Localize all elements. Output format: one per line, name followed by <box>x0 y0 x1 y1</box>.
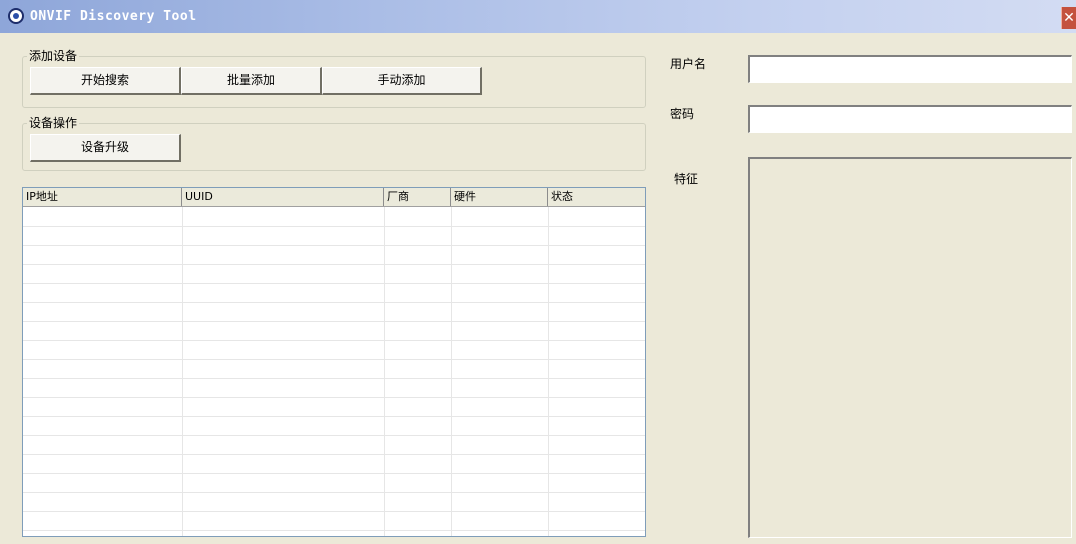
username-label: 用户名 <box>670 57 707 71</box>
grid-row-line <box>23 435 645 436</box>
device-upgrade-button[interactable]: 设备升级 <box>30 134 181 162</box>
column-header-hardware[interactable]: 硬件 <box>451 188 548 206</box>
grid-row-line <box>23 359 645 360</box>
device-list[interactable]: IP地址 UUID 厂商 硬件 状态 <box>22 187 646 537</box>
grid-row-line <box>23 340 645 341</box>
grid-row-line <box>23 397 645 398</box>
grid-column-line <box>548 207 549 536</box>
batch-add-button[interactable]: 批量添加 <box>181 67 322 95</box>
grid-row-line <box>23 454 645 455</box>
grid-row-line <box>23 321 645 322</box>
password-input[interactable] <box>748 105 1072 133</box>
start-search-button[interactable]: 开始搜索 <box>30 67 181 95</box>
manual-add-button[interactable]: 手动添加 <box>322 67 482 95</box>
grid-row-line <box>23 226 645 227</box>
add-device-group-title: 添加设备 <box>27 48 80 64</box>
onvif-app-icon <box>8 8 24 24</box>
grid-row-line <box>23 416 645 417</box>
column-header-status[interactable]: 状态 <box>548 188 645 206</box>
feature-label: 特征 <box>674 172 699 186</box>
password-label: 密码 <box>670 107 695 121</box>
feature-textarea[interactable] <box>748 157 1072 538</box>
grid-column-line <box>384 207 385 536</box>
grid-row-line <box>23 302 645 303</box>
grid-column-line <box>451 207 452 536</box>
grid-row-line <box>23 283 645 284</box>
column-header-ip[interactable]: IP地址 <box>23 188 182 206</box>
close-button[interactable]: ✕ <box>1061 7 1076 29</box>
grid-row-line <box>23 264 645 265</box>
grid-row-line <box>23 378 645 379</box>
grid-row-line <box>23 473 645 474</box>
device-operations-group-title: 设备操作 <box>27 115 80 131</box>
column-header-vendor[interactable]: 厂商 <box>384 188 451 206</box>
grid-row-line <box>23 492 645 493</box>
title-bar[interactable]: ONVIF Discovery Tool ✕ <box>0 0 1076 33</box>
grid-column-line <box>182 207 183 536</box>
grid-row-line <box>23 245 645 246</box>
column-header-uuid[interactable]: UUID <box>182 188 384 206</box>
grid-row-line <box>23 530 645 531</box>
username-input[interactable] <box>748 55 1072 83</box>
device-list-header: IP地址 UUID 厂商 硬件 状态 <box>23 188 645 207</box>
grid-row-line <box>23 511 645 512</box>
window-title: ONVIF Discovery Tool <box>30 9 197 24</box>
